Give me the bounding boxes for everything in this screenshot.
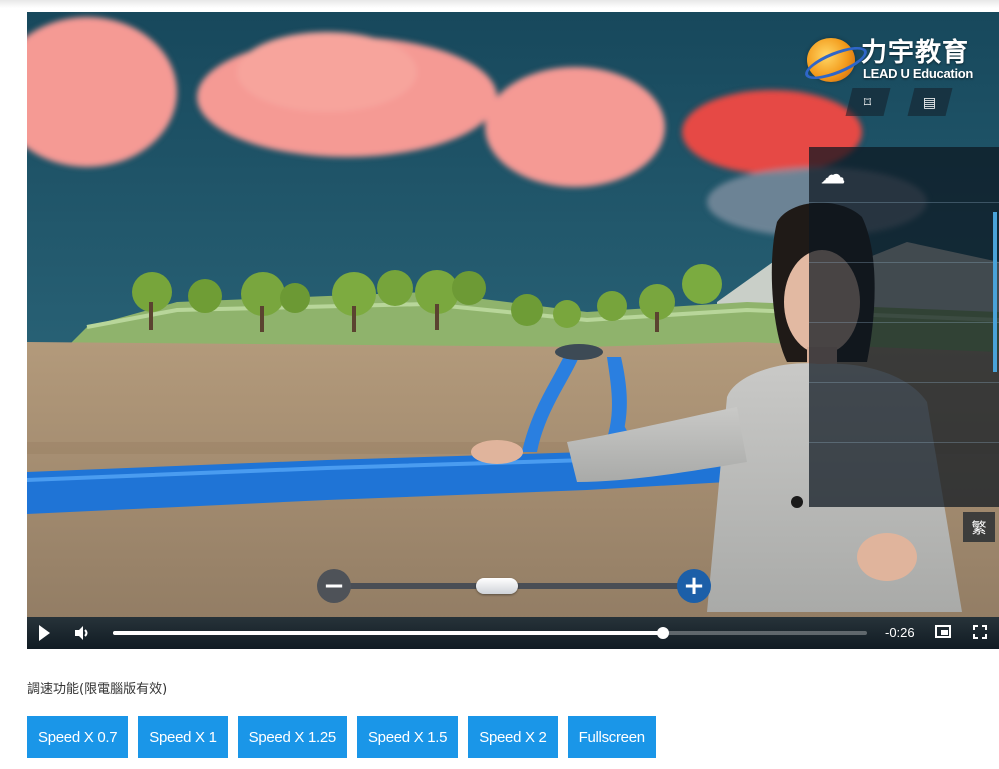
panel-divider (809, 262, 999, 263)
cloud-upload-icon[interactable]: ☁ (821, 161, 845, 190)
panel-divider (809, 202, 999, 203)
speed-1-button[interactable]: Speed X 1 (138, 716, 228, 758)
fullscreen-icon[interactable] (973, 625, 987, 639)
logo-english-name: LEAD U Education (863, 66, 974, 81)
volume-icon[interactable] (73, 624, 91, 642)
expand-button[interactable]: ⌑ (845, 88, 891, 116)
speed-1-25-button[interactable]: Speed X 1.25 (237, 716, 347, 758)
video-control-bar: -0:26 (27, 617, 999, 649)
picture-in-picture-icon[interactable] (935, 625, 951, 638)
traditional-chinese-button[interactable]: 繁 (963, 512, 995, 542)
zoom-slider-thumb[interactable] (476, 578, 518, 594)
side-panel: ☁ (809, 147, 999, 507)
time-remaining: -0:26 (885, 625, 915, 640)
panel-divider (809, 322, 999, 323)
speed-2-button[interactable]: Speed X 2 (468, 716, 558, 758)
speed-button-row: Speed X 0.7 Speed X 1 Speed X 1.25 Speed… (27, 716, 656, 758)
menu-icon: ▤ (923, 93, 937, 110)
panel-divider (809, 382, 999, 383)
speed-1-5-button[interactable]: Speed X 1.5 (356, 716, 459, 758)
expand-icon: ⌑ (864, 93, 872, 110)
page-top-shade (0, 0, 999, 8)
panel-divider (809, 442, 999, 443)
zoom-out-button[interactable]: − (317, 569, 351, 603)
logo-chinese-name: 力宇教育 (861, 38, 970, 68)
side-panel-scrollbar[interactable] (993, 212, 997, 372)
fullscreen-button[interactable]: Fullscreen (567, 716, 656, 758)
zoom-in-button[interactable]: + (677, 569, 711, 603)
video-player[interactable]: 力宇教育 LEAD U Education ⌑ ▤ ☁ 繁 − + -0:26 (27, 12, 999, 649)
speed-0-7-button[interactable]: Speed X 0.7 (27, 716, 129, 758)
play-icon[interactable] (39, 625, 50, 641)
progress-fill (113, 631, 664, 635)
speed-control-note: 調速功能(限電腦版有效) (27, 682, 168, 697)
brand-logo: 力宇教育 LEAD U Education (801, 32, 993, 92)
page: 力宇教育 LEAD U Education ⌑ ▤ ☁ 繁 − + -0:26 … (0, 0, 999, 769)
progress-handle[interactable] (657, 627, 670, 639)
progress-bar[interactable] (113, 627, 867, 639)
menu-button[interactable]: ▤ (907, 88, 953, 116)
